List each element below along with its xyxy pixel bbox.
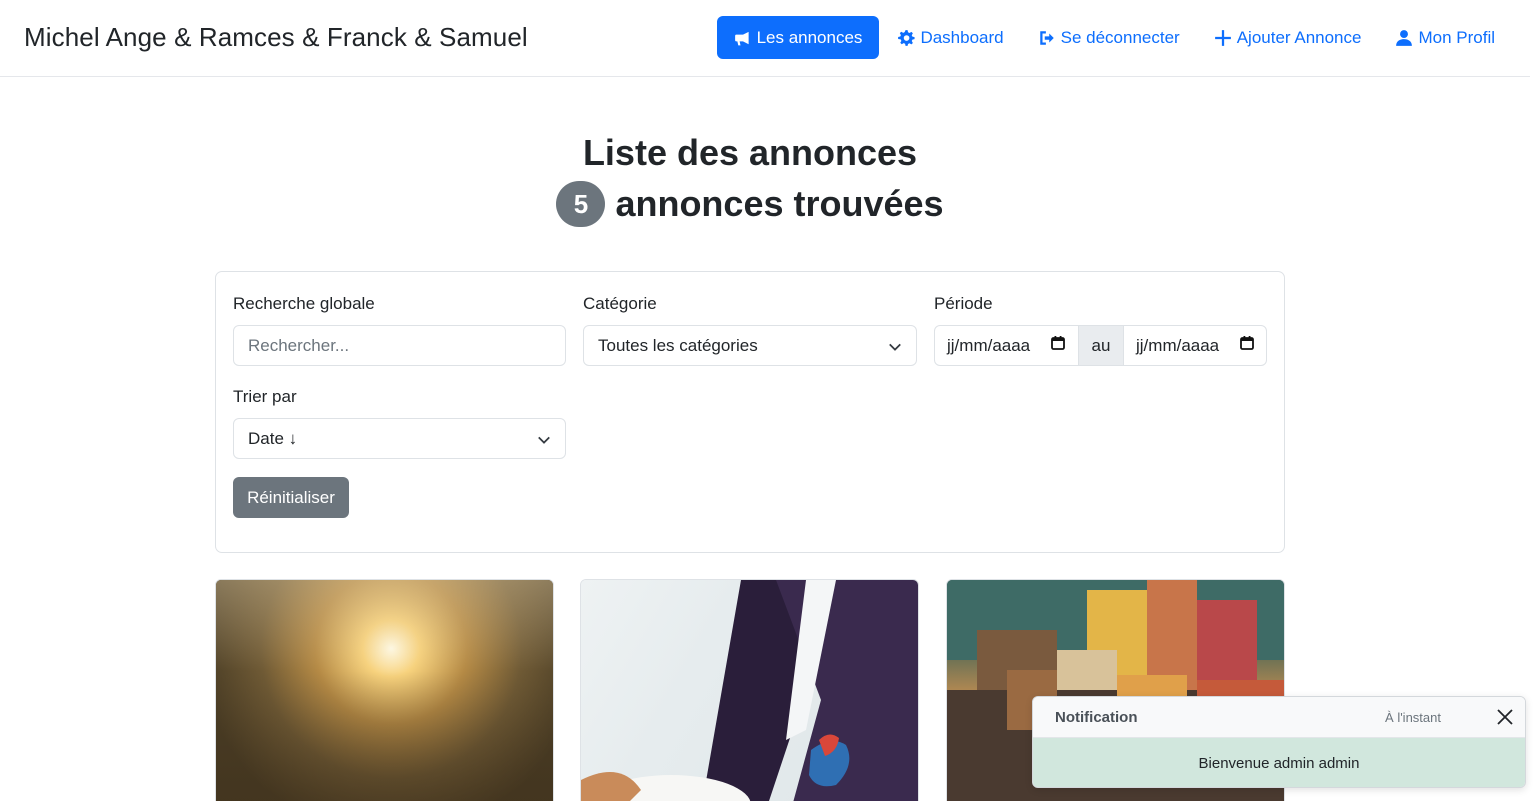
category-select-value: Toutes les catégories [598, 335, 758, 355]
search-label: Recherche globale [233, 294, 375, 313]
nav-dashboard-label: Dashboard [920, 27, 1004, 47]
sort-select[interactable]: Date ↓ [233, 418, 566, 459]
period-label: Période [934, 294, 993, 313]
calendar-icon[interactable] [1239, 335, 1255, 356]
nav-profile-label: Mon Profil [1418, 27, 1495, 47]
gear-icon [897, 29, 915, 47]
period-range: jj/mm/aaaa au jj/mm/aaaa [934, 325, 1267, 366]
reset-button[interactable]: Réinitialiser [233, 477, 349, 518]
nav-menu: Les annonces Dashboard Se déconnecter Aj… [716, 16, 1512, 59]
date-separator: au [1078, 326, 1124, 365]
toast-title: Notification [1055, 709, 1138, 726]
user-icon [1395, 29, 1413, 47]
search-input[interactable]: Rechercher... [233, 325, 566, 366]
results-count: 5 annonces trouvées [0, 181, 1500, 227]
date-from-input[interactable]: jj/mm/aaaa [935, 326, 1078, 365]
nav-add-label: Ajouter Annonce [1236, 27, 1362, 47]
nav-logout[interactable]: Se déconnecter [1021, 16, 1197, 59]
nav-add-announcement[interactable]: Ajouter Annonce [1197, 16, 1379, 59]
sign-out-icon [1038, 29, 1056, 47]
page-title: Liste des annonces [582, 132, 918, 173]
chevron-down-icon [888, 339, 902, 353]
toast-time: À l'instant [1385, 710, 1441, 725]
nav-profile[interactable]: Mon Profil [1378, 16, 1512, 59]
filter-panel: Recherche globale Rechercher... Catégori… [215, 271, 1285, 553]
sort-select-value: Date ↓ [248, 428, 298, 448]
announcement-card[interactable] [580, 579, 919, 801]
count-label: annonces trouvées [615, 183, 944, 224]
navbar: Michel Ange & Ramces & Franck & Samuel L… [0, 0, 1530, 77]
date-to-input[interactable]: jj/mm/aaaa [1124, 326, 1266, 365]
plus-icon [1214, 29, 1232, 47]
card-image-illustration [581, 580, 918, 801]
chevron-down-icon [537, 432, 551, 446]
category-label: Catégorie [583, 294, 657, 313]
nav-dashboard[interactable]: Dashboard [880, 16, 1020, 59]
category-select[interactable]: Toutes les catégories [583, 325, 917, 366]
megaphone-icon [734, 29, 752, 47]
nav-announcements[interactable]: Les annonces [716, 16, 880, 59]
card-image-overlay [216, 580, 553, 801]
card-image[interactable] [581, 580, 918, 801]
brand[interactable]: Michel Ange & Ramces & Franck & Samuel [24, 22, 528, 53]
sort-label: Trier par [233, 387, 297, 406]
toast-header: Notification À l'instant [1033, 697, 1525, 738]
toast-message: Bienvenue admin admin [1033, 738, 1525, 787]
close-icon[interactable] [1495, 707, 1515, 727]
date-from-value: jj/mm/aaaa [947, 335, 1031, 355]
nav-logout-label: Se déconnecter [1060, 27, 1180, 47]
count-badge: 5 [556, 181, 606, 227]
calendar-icon[interactable] [1050, 335, 1066, 356]
date-to-value: jj/mm/aaaa [1136, 335, 1220, 355]
nav-announcements-label: Les annonces [756, 27, 863, 47]
announcement-card[interactable] [215, 579, 554, 801]
notification-toast: Notification À l'instant Bienvenue admin… [1032, 696, 1526, 788]
